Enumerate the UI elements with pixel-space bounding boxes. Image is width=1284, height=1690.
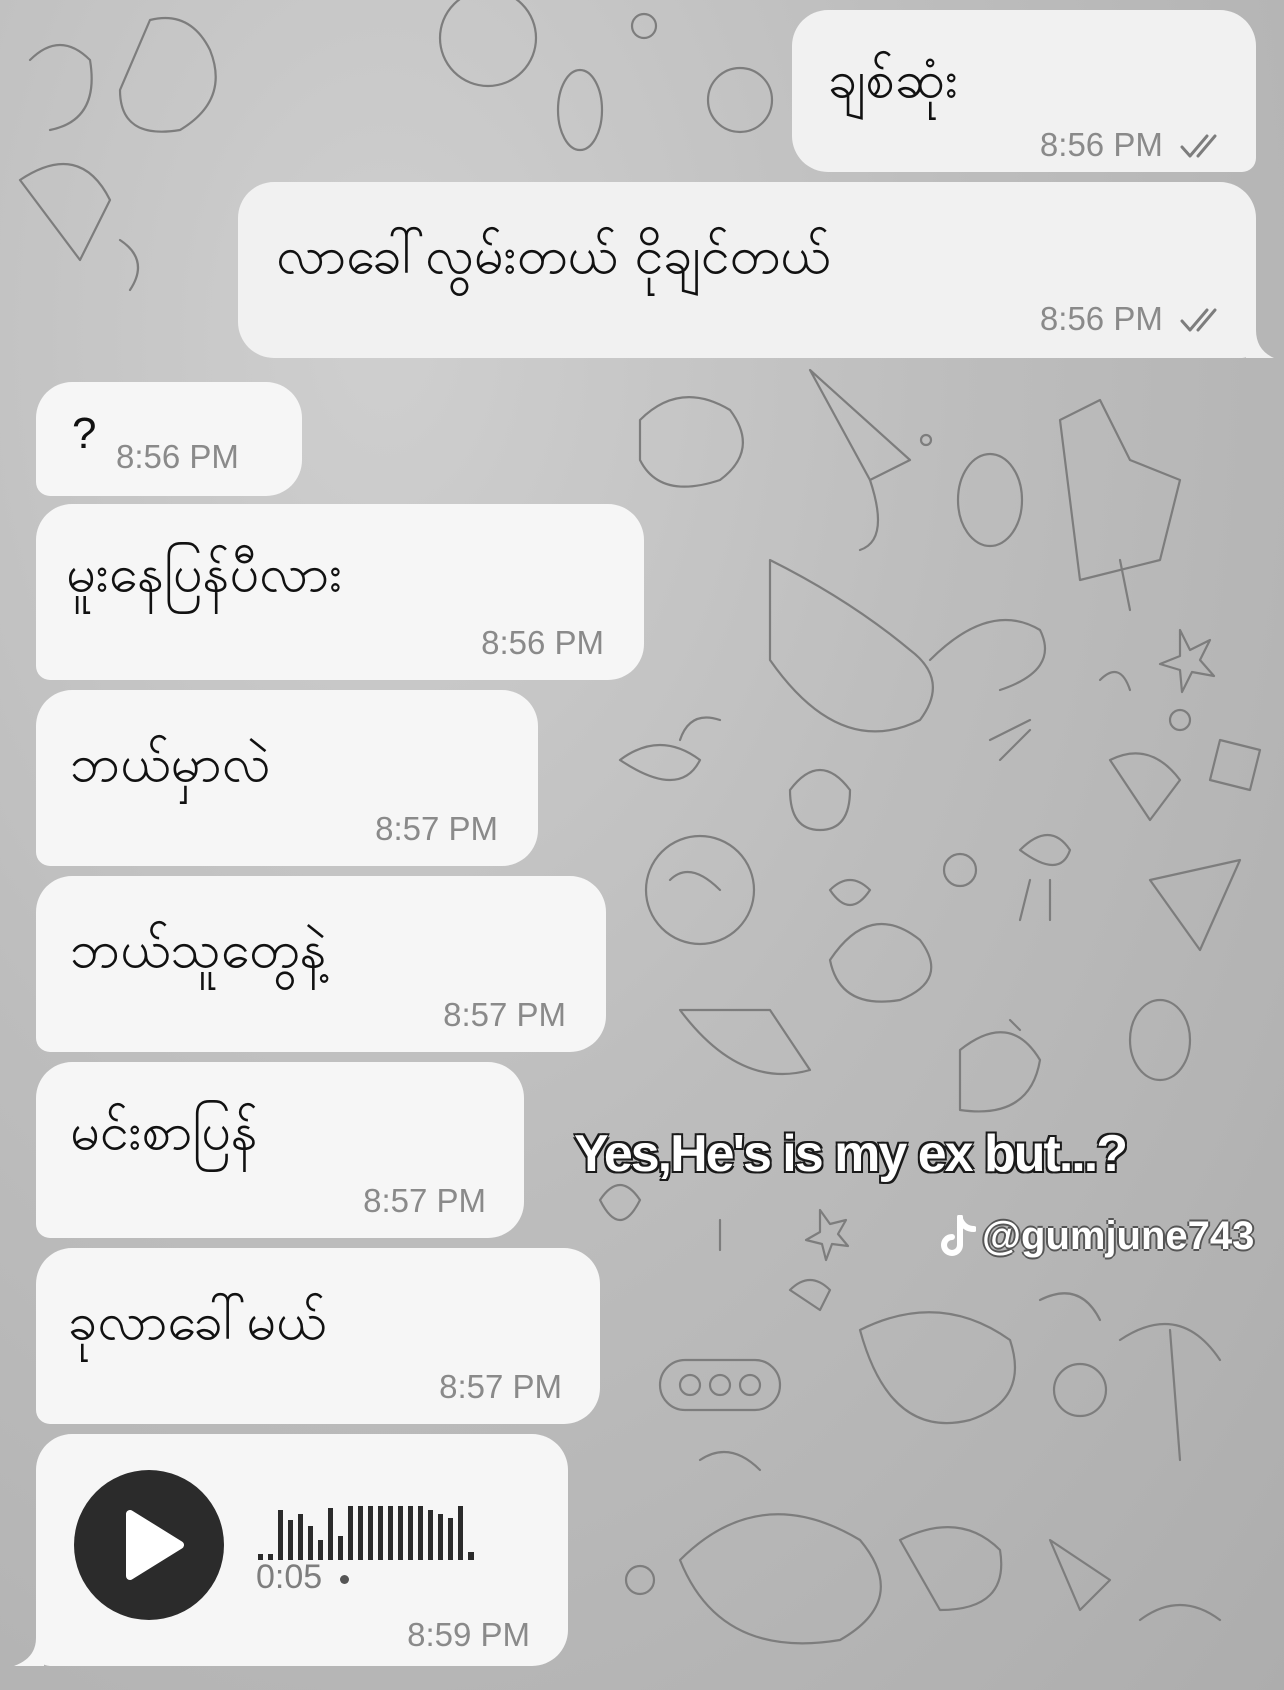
message-timestamp: 8:56 PM	[116, 438, 239, 475]
watermark-handle: @gumjune743	[982, 1214, 1255, 1258]
message-text: ချစ်ဆုံး	[828, 50, 959, 110]
message-timestamp: 8:56 PM	[1040, 300, 1228, 338]
message-text: ?	[72, 409, 97, 458]
video-caption: Yes,He's is my ex but...?	[573, 1124, 1129, 1184]
message-text: လာခေါ်လွမ်းတယ် ငိုချင်တယ်	[276, 226, 831, 286]
timestamp-text: 8:56 PM	[1039, 126, 1163, 163]
outgoing-message[interactable]: လာခေါ်လွမ်းတယ် ငိုချင်တယ် 8:56 PM	[238, 182, 1256, 358]
message-timestamp: 8:59 PM	[407, 1616, 530, 1653]
outgoing-message[interactable]: ချစ်ဆုံး 8:56 PM	[792, 10, 1256, 172]
double-check-icon	[1180, 308, 1217, 332]
message-timestamp: 8:56 PM	[481, 624, 604, 661]
voice-play-button[interactable]	[74, 1470, 224, 1620]
incoming-message[interactable]: ? 8:56 PM	[36, 382, 302, 496]
play-icon	[126, 1510, 184, 1580]
timestamp-text: 8:56 PM	[1039, 300, 1163, 337]
message-timestamp: 8:57 PM	[443, 996, 566, 1033]
incoming-message[interactable]: ခုလာခေါ်မယ် 8:57 PM	[36, 1248, 600, 1424]
incoming-message[interactable]: ဘယ်သူတွေနဲ့ 8:57 PM	[36, 876, 606, 1052]
voice-duration: 0:05	[256, 1558, 350, 1597]
voice-duration-text: 0:05	[256, 1558, 323, 1596]
incoming-message[interactable]: ဘယ်မှာလဲ 8:57 PM	[36, 690, 538, 866]
double-check-icon	[1180, 134, 1217, 158]
bubble-tail	[14, 1638, 44, 1666]
incoming-message[interactable]: မင်းစာပြန် 8:57 PM	[36, 1062, 524, 1238]
message-timestamp: 8:57 PM	[363, 1182, 486, 1219]
voice-message[interactable]: 0:05 8:59 PM	[36, 1434, 568, 1666]
tiktok-logo-icon	[941, 1214, 976, 1256]
message-text: ခုလာခေါ်မယ်	[68, 1292, 327, 1352]
message-timestamp: 8:56 PM	[1040, 126, 1228, 164]
message-timestamp: 8:57 PM	[375, 810, 498, 847]
unplayed-dot	[340, 1574, 350, 1584]
tiktok-watermark: @gumjune743	[940, 1214, 1254, 1259]
incoming-message[interactable]: မူးနေပြန်ပီလား 8:56 PM	[36, 504, 644, 680]
voice-waveform[interactable]	[256, 1496, 506, 1566]
message-timestamp: 8:57 PM	[439, 1368, 562, 1405]
message-text: ဘယ်သူတွေနဲ့	[70, 920, 327, 980]
message-text: မူးနေပြန်ပီလား	[66, 544, 343, 604]
bubble-tail	[1246, 330, 1274, 358]
message-text: ဘယ်မှာလဲ	[70, 734, 271, 794]
message-text: မင်းစာပြန်	[70, 1102, 258, 1162]
